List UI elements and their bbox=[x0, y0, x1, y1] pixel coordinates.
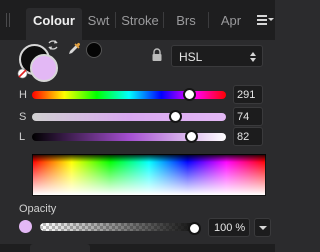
tab-bar: Colour Swt Stroke Brs Apr bbox=[0, 0, 275, 40]
lightness-value-field[interactable]: 82 bbox=[233, 127, 263, 146]
lightness-slider-thumb[interactable] bbox=[184, 130, 198, 143]
saturation-value-field[interactable]: 74 bbox=[233, 107, 263, 126]
hue-value-field[interactable]: 291 bbox=[233, 85, 263, 104]
opacity-slider-thumb[interactable] bbox=[187, 222, 201, 235]
color-model-select[interactable]: HSL bbox=[171, 45, 263, 67]
no-color-icon[interactable] bbox=[17, 68, 28, 79]
tab-swatches[interactable]: Swt bbox=[82, 9, 115, 33]
swap-icon[interactable] bbox=[46, 38, 60, 52]
hue-slider[interactable] bbox=[32, 91, 226, 99]
select-arrows-icon bbox=[250, 52, 256, 62]
lower-panel-tabs bbox=[0, 244, 275, 252]
opacity-color-swatch bbox=[19, 220, 32, 233]
panel-menu-icon[interactable] bbox=[257, 12, 274, 26]
grip-icon[interactable] bbox=[6, 13, 12, 27]
opacity-slider[interactable] bbox=[40, 223, 194, 231]
eyedropper-icon[interactable] bbox=[67, 40, 83, 56]
fill-color-swatch[interactable] bbox=[30, 54, 58, 82]
picked-color-swatch[interactable] bbox=[86, 42, 102, 58]
color-model-value: HSL bbox=[179, 50, 203, 64]
tab-brushes[interactable]: Brs bbox=[166, 9, 206, 33]
saturation-slider[interactable] bbox=[32, 113, 226, 121]
tab-appearance[interactable]: Apr bbox=[211, 9, 251, 33]
spectrum-shade bbox=[32, 154, 266, 162]
opacity-dropdown-button[interactable] bbox=[254, 218, 271, 237]
lower-panel-tab[interactable] bbox=[30, 244, 90, 252]
tab-divider bbox=[163, 12, 164, 28]
lock-icon[interactable] bbox=[151, 48, 163, 62]
tab-stroke[interactable]: Stroke bbox=[119, 9, 161, 33]
tab-colour[interactable]: Colour bbox=[26, 8, 82, 40]
hue-label: H bbox=[19, 89, 27, 101]
tab-divider bbox=[115, 12, 116, 28]
opacity-value-field[interactable]: 100 % bbox=[208, 218, 250, 237]
tab-divider bbox=[208, 12, 209, 28]
lightness-label: L bbox=[19, 131, 26, 143]
hue-slider-thumb[interactable] bbox=[182, 88, 196, 101]
opacity-label: Opacity bbox=[19, 203, 57, 215]
saturation-label: S bbox=[19, 111, 27, 123]
saturation-slider-thumb[interactable] bbox=[169, 110, 183, 123]
